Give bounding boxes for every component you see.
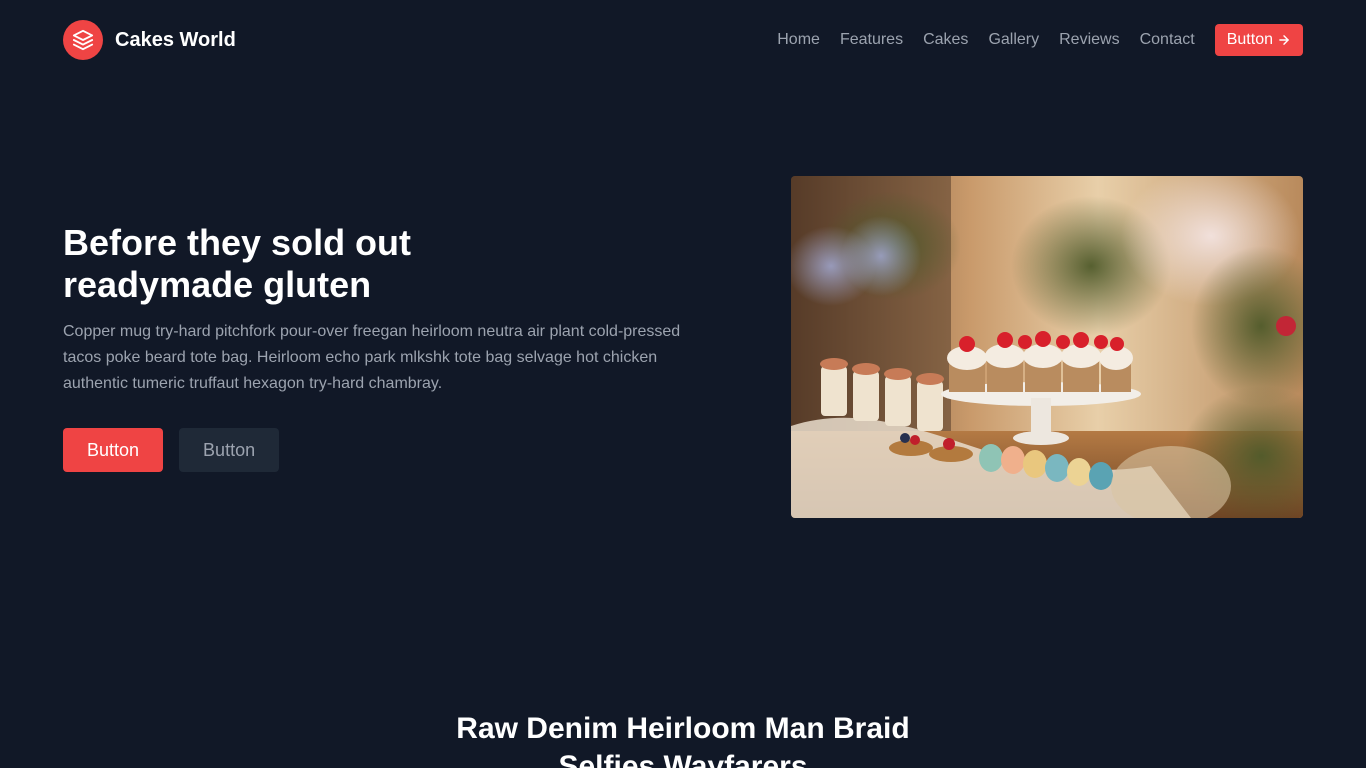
hero-secondary-button[interactable]: Button	[179, 428, 280, 472]
hero-title-line-1: Before they sold out	[63, 222, 412, 263]
nav-link-home[interactable]: Home	[777, 31, 820, 49]
nav-link-cakes[interactable]: Cakes	[923, 31, 968, 49]
brand[interactable]: Cakes World	[63, 20, 236, 60]
nav-link-reviews[interactable]: Reviews	[1059, 31, 1119, 49]
arrow-right-icon	[1279, 35, 1289, 45]
hero-image	[791, 176, 1303, 518]
section-title-line-2: Selfies Wayfarers	[558, 750, 808, 768]
hero-description: Copper mug try-hard pitchfork pour-over …	[63, 323, 681, 392]
section-title: Raw Denim Heirloom Man Braid Selfies Way…	[0, 710, 1366, 768]
nav-link-contact[interactable]: Contact	[1140, 31, 1195, 49]
site-header: Cakes World Home Features Cakes Gallery …	[63, 20, 1303, 60]
hero-buttons: Button Button	[63, 428, 280, 472]
stack-icon	[63, 20, 103, 60]
header-button[interactable]: Button	[1214, 24, 1303, 56]
brand-name: Cakes World	[115, 28, 236, 51]
nav-link-gallery[interactable]: Gallery	[988, 31, 1039, 49]
main-nav: Home Features Cakes Gallery Reviews Cont…	[777, 24, 1303, 56]
hero-title-line-2: readymade gluten	[63, 264, 372, 305]
section-title-line-1: Raw Denim Heirloom Man Braid	[456, 712, 910, 745]
header-button-label: Button	[1226, 31, 1273, 48]
hero-primary-button[interactable]: Button	[63, 428, 164, 472]
nav-link-features[interactable]: Features	[840, 31, 903, 49]
hero-title: Before they sold out readymade gluten	[63, 222, 523, 306]
